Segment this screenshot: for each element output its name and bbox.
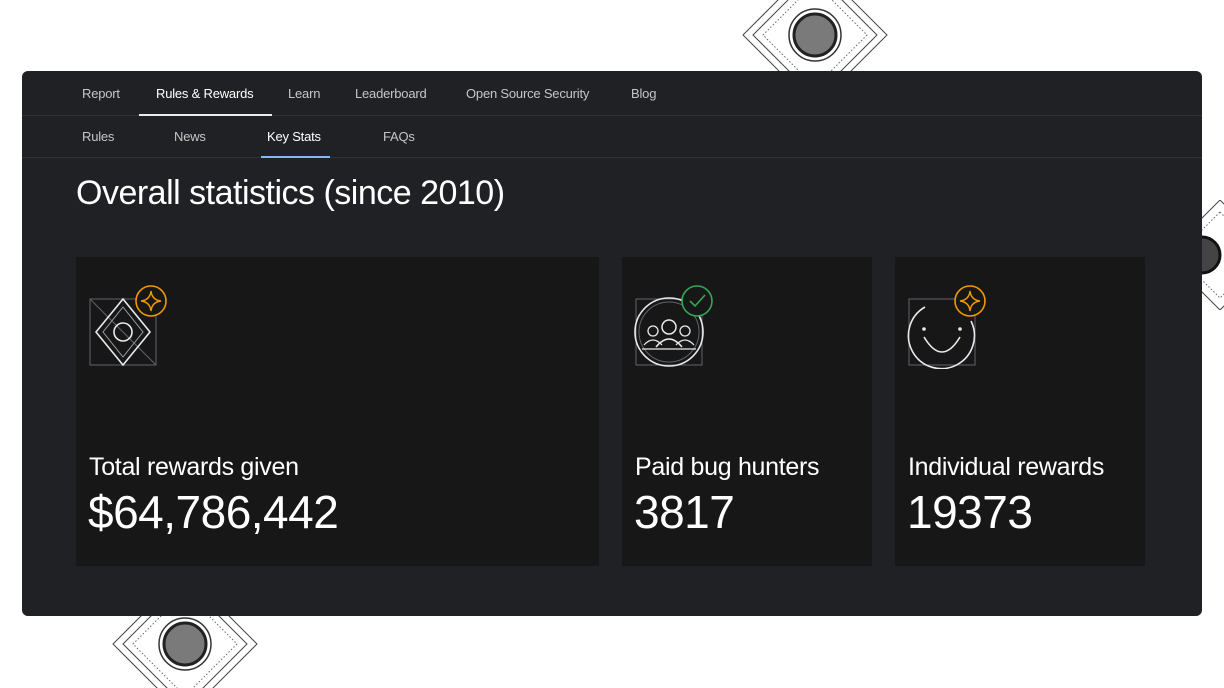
tab-rules-rewards[interactable]: Rules & Rewards — [156, 71, 254, 115]
stat-value: 3817 — [634, 486, 735, 538]
diamond-target-icon — [88, 285, 184, 374]
diamond-ornament-icon — [740, 0, 890, 72]
subtab-news[interactable]: News — [174, 116, 206, 157]
tab-learn[interactable]: Learn — [288, 71, 320, 115]
tab-blog[interactable]: Blog — [631, 71, 656, 115]
sparkle-badge-icon — [954, 285, 986, 317]
stat-label: Individual rewards — [908, 453, 1105, 481]
subtab-key-stats[interactable]: Key Stats — [267, 116, 321, 157]
active-subtab-indicator — [261, 156, 330, 158]
stat-card-individual-rewards: Individual rewards 19373 — [895, 257, 1145, 566]
smile-icon — [907, 285, 1003, 374]
stat-card-total-rewards: Total rewards given $64,786,442 — [76, 257, 599, 566]
people-group-icon — [634, 285, 730, 374]
main-panel: Report Rules & Rewards Learn Leaderboard… — [22, 71, 1202, 616]
stat-value: 19373 — [907, 486, 1033, 538]
tab-open-source-security[interactable]: Open Source Security — [466, 71, 589, 115]
tab-leaderboard[interactable]: Leaderboard — [355, 71, 427, 115]
subtab-rules[interactable]: Rules — [82, 116, 114, 157]
check-badge-icon — [681, 285, 713, 317]
stat-label: Paid bug hunters — [635, 453, 820, 481]
primary-nav: Report Rules & Rewards Learn Leaderboard… — [22, 71, 1202, 116]
stat-label: Total rewards given — [89, 453, 299, 481]
page-title: Overall statistics (since 2010) — [76, 174, 505, 212]
subtab-faqs[interactable]: FAQs — [383, 116, 415, 157]
diamond-ornament-icon — [108, 612, 258, 688]
stat-card-bug-hunters: Paid bug hunters 3817 — [622, 257, 872, 566]
tab-report[interactable]: Report — [82, 71, 120, 115]
sparkle-badge-icon — [135, 285, 167, 317]
secondary-nav: Rules News Key Stats FAQs — [22, 116, 1202, 158]
stat-value: $64,786,442 — [88, 486, 339, 538]
